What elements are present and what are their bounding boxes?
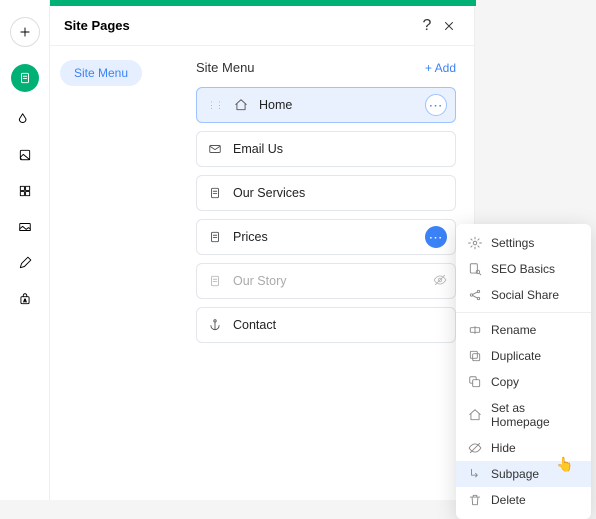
ctx-settings[interactable]: Settings xyxy=(456,230,591,256)
pen-icon[interactable] xyxy=(16,254,34,272)
page-label: Home xyxy=(259,98,292,112)
anchor-icon xyxy=(207,318,223,332)
panel-title: Site Pages xyxy=(64,18,416,33)
panel-header: Site Pages ? xyxy=(50,6,474,46)
media-icon[interactable] xyxy=(16,218,34,236)
page-label: Contact xyxy=(233,318,276,332)
home-icon xyxy=(233,98,249,112)
add-page-button[interactable]: + Add xyxy=(425,61,456,75)
gear-icon xyxy=(468,236,482,250)
image-tool-icon[interactable] xyxy=(16,146,34,164)
grid-icon[interactable] xyxy=(16,182,34,200)
page-item-prices[interactable]: Prices ⋯ xyxy=(196,219,456,255)
ctx-delete[interactable]: Delete xyxy=(456,487,591,513)
ctx-social[interactable]: Social Share xyxy=(456,282,591,308)
help-button[interactable]: ? xyxy=(416,17,438,35)
menu-title: Site Menu xyxy=(196,60,425,75)
subpage-icon xyxy=(468,467,482,481)
svg-text:A: A xyxy=(23,298,26,303)
page-icon xyxy=(207,186,223,200)
page-item-story[interactable]: Our Story xyxy=(196,263,456,299)
trash-icon xyxy=(468,493,482,507)
page-actions-button[interactable]: ⋯ xyxy=(425,94,447,116)
page-item-contact[interactable]: Contact xyxy=(196,307,456,343)
page-label: Our Services xyxy=(233,186,305,200)
theme-icon[interactable] xyxy=(16,110,34,128)
panel-main: Site Menu + Add ⋮⋮ Home ⋯ Email Us Our S… xyxy=(190,46,474,500)
site-pages-panel: Site Pages ? Site Menu Site Menu + Add ⋮… xyxy=(50,6,475,500)
store-icon[interactable]: A xyxy=(16,290,34,308)
page-item-services[interactable]: Our Services xyxy=(196,175,456,211)
page-item-email[interactable]: Email Us xyxy=(196,131,456,167)
page-list: ⋮⋮ Home ⋯ Email Us Our Services Prices xyxy=(196,87,456,343)
hidden-icon xyxy=(433,273,447,290)
context-menu: Settings SEO Basics Social Share Rename … xyxy=(456,224,591,519)
page-icon xyxy=(207,274,223,288)
panel-sidebar: Site Menu xyxy=(50,46,190,500)
ctx-homepage[interactable]: Set as Homepage xyxy=(456,395,591,435)
ctx-duplicate[interactable]: Duplicate xyxy=(456,343,591,369)
close-button[interactable] xyxy=(438,19,460,33)
ctx-seo[interactable]: SEO Basics xyxy=(456,256,591,282)
ctx-subpage[interactable]: Subpage xyxy=(456,461,591,487)
ctx-hide[interactable]: Hide xyxy=(456,435,591,461)
pages-button[interactable] xyxy=(11,64,39,92)
divider xyxy=(456,312,591,313)
page-icon xyxy=(207,230,223,244)
left-toolbar: A xyxy=(0,0,50,500)
hide-icon xyxy=(468,441,482,455)
drag-handle-icon[interactable]: ⋮⋮ xyxy=(207,100,223,111)
page-label: Prices xyxy=(233,230,268,244)
ctx-copy[interactable]: Copy xyxy=(456,369,591,395)
ctx-rename[interactable]: Rename xyxy=(456,317,591,343)
site-menu-chip[interactable]: Site Menu xyxy=(60,60,142,86)
page-actions-button[interactable]: ⋯ xyxy=(425,226,447,248)
home-icon xyxy=(468,408,482,422)
page-item-home[interactable]: ⋮⋮ Home ⋯ xyxy=(196,87,456,123)
page-label: Email Us xyxy=(233,142,283,156)
copy-icon xyxy=(468,375,482,389)
page-label: Our Story xyxy=(233,274,287,288)
duplicate-icon xyxy=(468,349,482,363)
search-doc-icon xyxy=(468,262,482,276)
mail-icon xyxy=(207,142,223,156)
rename-icon xyxy=(468,323,482,337)
share-icon xyxy=(468,288,482,302)
add-button[interactable] xyxy=(11,18,39,46)
